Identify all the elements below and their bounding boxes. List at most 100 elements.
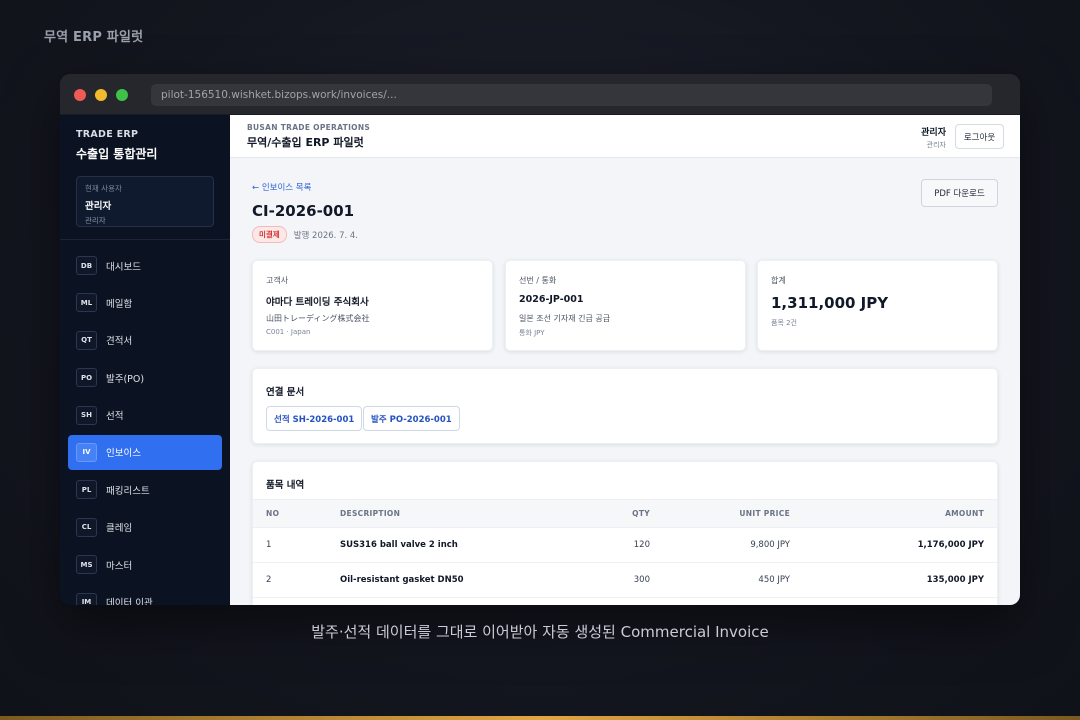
sidebar-item-code: IM [76,592,97,605]
sidebar-item-code: DB [76,256,97,275]
row-description: Oil-resistant gasket DN50 [327,562,587,598]
row-amount: 1,176,000 JPY [803,527,997,563]
status-badge: 미결제 [252,226,287,243]
customer-name: 야마다 트레이딩 주식회사 [266,297,369,308]
row-unit-price: 450 JPY [663,562,803,598]
main-area: BUSAN TRADE OPERATIONS 무역/수출입 ERP 파일럿 관리… [230,115,1020,605]
sidebar-item-im[interactable]: IM 데이터 이관 [68,585,222,605]
topbar-subtitle: BUSAN TRADE OPERATIONS [247,123,371,132]
sidebar-item-qt[interactable]: QT 견적서 [68,323,222,358]
row-description: SUS316 ball valve 2 inch [327,527,587,563]
app: TRADE ERP 수출입 통합관리 현재 사용자 관리자 관리자 DB 대시보드… [60,115,1020,605]
total-label: 합계 [771,276,786,285]
col-qty: QTY [587,499,663,528]
current-user-box: 현재 사용자 관리자 관리자 [76,176,214,227]
sidebar-item-code: IV [76,442,97,462]
sidebar-item-label: 메일함 [106,298,133,310]
sidebar-item-label: 패킹리스트 [106,485,150,497]
minimize-window-button[interactable] [95,89,107,101]
shipment-currency: 통화 JPY [519,329,545,337]
line-items-card: 품목 내역 NO DESCRIPTION QTY UNIT PRICE AMOU… [252,461,998,605]
user-role: 관리자 [85,216,106,225]
browser-window: pilot-156510.wishket.bizops.work/invoice… [60,74,1020,605]
topbar: BUSAN TRADE OPERATIONS 무역/수출입 ERP 파일럿 관리… [230,115,1020,158]
shipment-number: 2026-JP-001 [519,294,584,305]
customer-label: 고객사 [266,276,289,285]
sidebar-item-label: 인보이스 [106,448,141,460]
brand-title: 수출입 통합관리 [76,147,158,161]
page-label: 무역 ERP 파일럿 [44,30,144,45]
table-row[interactable]: 1 SUS316 ball valve 2 inch 120 9,800 JPY… [253,527,997,563]
sidebar-item-label: 견적서 [106,336,133,348]
address-bar[interactable]: pilot-156510.wishket.bizops.work/invoice… [151,84,992,106]
back-to-invoices-link[interactable]: ← 인보이스 목록 [252,181,311,193]
issued-date: 발행 2026. 7. 4. [293,230,359,241]
shipment-label: 선번 / 통화 [519,276,557,285]
topbar-user-name: 관리자 [921,128,946,138]
customer-meta: C001 · Japan [266,328,311,336]
line-items-table: NO DESCRIPTION QTY UNIT PRICE AMOUNT 1 S… [253,499,997,598]
sidebar-item-ms[interactable]: MS 마스터 [68,547,222,582]
row-qty: 300 [587,562,663,598]
sidebar: TRADE ERP 수출입 통합관리 현재 사용자 관리자 관리자 DB 대시보드… [60,115,230,605]
status-row: 미결제 발행 2026. 7. 4. [252,226,358,243]
customer-card: 고객사 야마다 트레이딩 주식회사 山田トレーディング株式会社 C001 · J… [252,260,493,351]
sidebar-item-code: CL [76,517,97,537]
sidebar-item-code: ML [76,293,97,313]
customer-name-local: 山田トレーディング株式会社 [266,314,370,323]
invoice-number: CI-2026-001 [252,202,355,220]
brand: TRADE ERP 수출입 통합관리 [60,115,230,162]
total-note: 품목 2건 [771,319,797,327]
total-value: 1,311,000 JPY [771,294,889,312]
sidebar-item-label: 클레임 [106,523,133,535]
table-row[interactable]: 2 Oil-resistant gasket DN50 300 450 JPY … [253,562,997,598]
browser-titlebar: pilot-156510.wishket.bizops.work/invoice… [60,74,1020,115]
topbar-user: 관리자 관리자 [921,125,946,150]
topbar-user-role: 관리자 [926,141,946,149]
sidebar-item-code: PL [76,480,97,500]
caption: 발주·선적 데이터를 그대로 이어받아 자동 생성된 Commercial In… [311,623,769,641]
sidebar-item-label: 선적 [106,411,124,423]
logout-button[interactable]: 로그아웃 [955,124,1004,149]
sidebar-divider [60,239,230,240]
col-description: DESCRIPTION [327,499,587,528]
sidebar-item-cl[interactable]: CL 클레임 [68,510,222,545]
sidebar-item-code: PO [76,368,97,388]
sidebar-item-iv[interactable]: IV 인보이스 [68,434,222,470]
row-qty: 120 [587,527,663,563]
sidebar-item-pl[interactable]: PL 패킹리스트 [68,472,222,507]
linked-shipment-chip[interactable]: 선적 SH-2026-001 [266,406,363,431]
sidebar-item-code: QT [76,330,97,350]
sidebar-nav: DB 대시보드 ML 메일함 QT 견적서 PO 발주(PO) SH 선적 IV 인보이스 PL 패킹리스… [60,248,230,605]
sidebar-item-label: 데이터 이관 [106,598,153,605]
linked-docs-card: 연결 문서 선적 SH-2026-001 발주 PO-2026-001 [252,368,998,444]
shipment-desc: 일본 조선 기자재 긴급 공급 [519,314,611,323]
row-amount: 135,000 JPY [803,562,997,598]
total-card: 합계 1,311,000 JPY 품목 2건 [757,260,998,351]
row-no: 1 [253,527,327,563]
sidebar-item-code: MS [76,555,97,575]
line-items-title: 품목 내역 [266,480,305,491]
sidebar-item-po[interactable]: PO 발주(PO) [68,360,222,395]
linked-docs-title: 연결 문서 [266,387,305,398]
table-header-row: NO DESCRIPTION QTY UNIT PRICE AMOUNT [253,499,997,528]
brand-small: TRADE ERP [76,129,139,140]
bottom-accent-bar [0,716,1080,720]
user-caption: 현재 사용자 [85,184,122,193]
invoice-detail: ← 인보이스 목록 CI-2026-001 미결제 발행 2026. 7. 4.… [252,158,998,605]
sidebar-item-label: 발주(PO) [106,373,145,385]
maximize-window-button[interactable] [116,89,128,101]
sidebar-item-db[interactable]: DB 대시보드 [68,248,222,283]
sidebar-item-sh[interactable]: SH 선적 [68,398,222,433]
sidebar-item-label: 대시보드 [106,261,141,273]
sidebar-item-label: 마스터 [106,560,133,572]
sidebar-item-ml[interactable]: ML 메일함 [68,285,222,320]
col-unit-price: UNIT PRICE [663,499,803,528]
row-unit-price: 9,800 JPY [663,527,803,563]
close-window-button[interactable] [74,89,86,101]
col-no: NO [253,499,327,528]
sidebar-item-code: SH [76,405,97,425]
linked-po-chip[interactable]: 발주 PO-2026-001 [363,406,460,431]
pdf-download-button[interactable]: PDF 다운로드 [921,179,998,207]
row-no: 2 [253,562,327,598]
